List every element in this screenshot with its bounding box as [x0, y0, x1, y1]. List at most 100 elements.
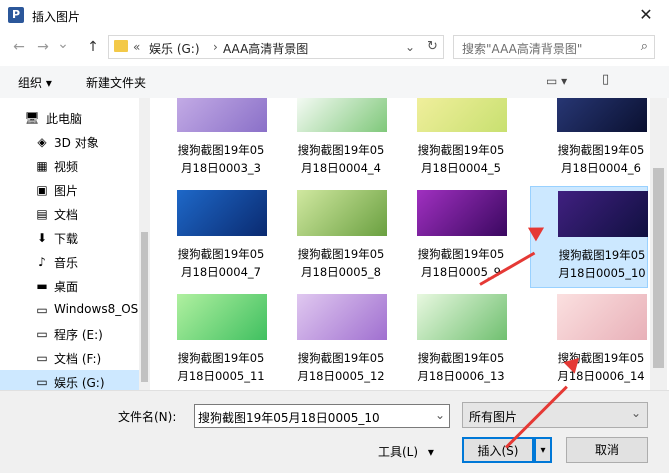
filename-dropdown-icon[interactable]: ⌄ [435, 408, 445, 422]
sidebar-item-icon: ▭ [36, 327, 48, 341]
file-list-scrollbar-thumb[interactable] [653, 168, 664, 368]
folder-icon [114, 40, 128, 52]
file-name-line: 月18日0005_11 [177, 369, 265, 383]
back-icon[interactable]: ← [8, 36, 30, 58]
file-tile[interactable]: 搜狗截图19年05 月18日0005_11 [150, 290, 268, 390]
sidebar-item[interactable]: ▤ 文档 [0, 202, 140, 226]
cancel-button[interactable]: 取消 [566, 437, 648, 463]
sidebar-item[interactable]: ⬇ 下载 [0, 226, 140, 250]
file-tile[interactable]: 搜狗截图19年05 月18日0005_9 [390, 186, 508, 288]
file-type-filter[interactable]: 所有图片 ⌄ [462, 402, 648, 428]
tools-menu[interactable]: 工具(L) ▾ [378, 440, 454, 464]
image-thumbnail [557, 294, 647, 340]
sidebar-item-icon: 🖥 [24, 111, 40, 125]
sidebar-item[interactable]: ◈ 3D 对象 [0, 130, 140, 154]
sidebar-item-label: 娱乐 (G:) [54, 376, 105, 390]
file-tile[interactable]: 搜狗截图19年05 月18日0006_13 [390, 290, 508, 390]
sidebar-item[interactable]: ▭ 文档 (F:) [0, 346, 140, 370]
sidebar-item-label: 3D 对象 [54, 136, 99, 150]
recent-locations-icon[interactable]: ⌄ [56, 33, 70, 55]
file-tile[interactable]: 搜狗截图19年05 月18日0005_12 [270, 290, 388, 390]
file-tile[interactable]: 搜狗截图19年05 月18日0003_3 [150, 98, 268, 184]
sidebar-item-icon: ▤ [36, 207, 48, 221]
powerpoint-app-icon: P [8, 7, 24, 23]
file-tile[interactable]: 搜狗截图19年05 月18日0004_5 [390, 98, 508, 184]
file-name-line: 月18日0005_10 [558, 266, 646, 280]
command-toolbar: 组织 ▾ 新建文件夹 ▭ ▾ ▯ ? [0, 66, 669, 157]
sidebar-item[interactable]: ♪ 音乐 [0, 250, 140, 274]
file-name-line: 月18日0006_14 [557, 369, 645, 383]
search-box[interactable]: 搜索"AAA高清背景图" ⌕ [453, 35, 655, 59]
sidebar-item[interactable]: ▬ 桌面 [0, 274, 140, 298]
insert-options-button[interactable]: ▾ [534, 437, 552, 463]
address-dropdown-icon[interactable]: ⌄ [405, 40, 415, 54]
file-tile[interactable]: 搜狗截图19年05 月18日0004_4 [270, 98, 388, 184]
file-name-line: 月18日0004_4 [301, 161, 381, 175]
file-tile[interactable]: 搜狗截图19年05 月18日0004_6 [530, 98, 648, 184]
image-thumbnail [297, 190, 387, 236]
sidebar-scrollbar-thumb[interactable] [141, 232, 148, 382]
sidebar-item-icon: ▣ [36, 183, 48, 197]
breadcrumb-separator[interactable]: › [213, 40, 218, 54]
image-thumbnail [417, 98, 507, 132]
sidebar-item[interactable]: ▣ 图片 [0, 178, 140, 202]
file-name-line: 搜狗截图19年05 [557, 143, 645, 157]
forward-icon[interactable]: → [32, 36, 54, 58]
sidebar-item[interactable]: ▭ Windows8_OS [0, 298, 140, 322]
file-name-line: 搜狗截图19年05 [297, 351, 385, 365]
organize-menu[interactable]: 组织 ▾ [18, 74, 52, 91]
filename-value[interactable]: 搜狗截图19年05月18日0005_10 [198, 409, 380, 426]
refresh-icon[interactable]: ↻ [427, 39, 438, 54]
sidebar-item[interactable]: ▭ 程序 (E:) [0, 322, 140, 346]
sidebar-item-icon: ⬇ [36, 231, 48, 245]
sidebar-item-label: 音乐 [54, 256, 79, 270]
file-name-line: 搜狗截图19年05 [297, 143, 385, 157]
file-name-line: 月18日0005_8 [301, 265, 381, 279]
close-button[interactable]: ✕ [623, 0, 669, 31]
image-thumbnail [417, 294, 507, 340]
filter-value: 所有图片 [469, 410, 518, 424]
file-name-line: 搜狗截图19年05 [557, 351, 645, 365]
sidebar-item[interactable]: ▦ 视频 [0, 154, 140, 178]
image-thumbnail [558, 191, 648, 237]
sidebar-item[interactable]: 🖥 此电脑 [0, 106, 140, 130]
sidebar-item-label: 图片 [54, 184, 79, 198]
filter-dropdown-icon[interactable]: ⌄ [631, 406, 641, 420]
insert-button[interactable]: 插入(S) [462, 437, 534, 463]
file-tile[interactable]: 搜狗截图19年05 月18日0004_7 [150, 186, 268, 288]
file-name-line: 搜狗截图19年05 [177, 143, 265, 157]
sidebar-item-label: 桌面 [54, 280, 79, 294]
file-name-line: 搜狗截图19年05 [558, 248, 646, 262]
navigation-pane: 🖥 此电脑 ◈ 3D 对象 ▦ 视频 ▣ 图片 ▤ 文档 ⬇ 下载 ♪ 音乐 ▬ 桌面 ▭ Windows8_OS… [0, 98, 150, 394]
image-thumbnail [557, 98, 647, 132]
sidebar-item-label: 文档 [54, 208, 79, 222]
tools-caret-icon: ▾ [427, 445, 434, 459]
search-input[interactable]: 搜索"AAA高清背景图" [462, 40, 582, 57]
file-name-line: 月18日0006_13 [417, 369, 505, 383]
sidebar-item-label: 文档 (F:) [54, 352, 102, 366]
sidebar-item-icon: ▬ [36, 279, 48, 293]
file-tile[interactable]: 搜狗截图19年05 月18日0005_8 [270, 186, 388, 288]
sidebar-item-label: 此电脑 [46, 112, 83, 126]
sidebar-item-icon: ▦ [36, 159, 48, 173]
window-title: 插入图片 [32, 10, 81, 24]
file-tile[interactable]: 搜狗截图19年05 月18日0006_14 [530, 290, 648, 390]
sidebar-item-icon: ▭ [36, 375, 48, 389]
file-name-line: 月18日0004_5 [421, 161, 501, 175]
breadcrumb-overflow[interactable]: « [133, 40, 140, 54]
filename-field[interactable]: 搜狗截图19年05月18日0005_10 ⌄ [194, 404, 450, 428]
search-icon[interactable]: ⌕ [641, 39, 648, 54]
new-folder-button[interactable]: 新建文件夹 [86, 74, 146, 91]
tools-label: 工具(L) [378, 445, 419, 459]
file-tile[interactable]: 搜狗截图19年05 月18日0005_10 [530, 186, 648, 288]
breadcrumb-item[interactable]: 娱乐 (G:) [149, 40, 200, 57]
file-name-line: 月18日0004_7 [181, 265, 261, 279]
file-list: 搜狗截图19年05 月18日0003_3 搜狗截图19年05 月18日0004_4 搜狗… [150, 98, 650, 390]
sidebar-item-label: 下载 [54, 232, 79, 246]
address-bar[interactable]: « 娱乐 (G:) › AAA高清背景图 ⌄ ↻ [108, 35, 444, 59]
up-folder-icon[interactable]: ↑ [82, 36, 104, 58]
file-name-line: 搜狗截图19年05 [297, 247, 385, 261]
preview-pane-icon[interactable]: ▯ [602, 72, 609, 87]
change-view-icon[interactable]: ▭ ▾ [546, 74, 567, 88]
breadcrumb-item[interactable]: AAA高清背景图 [223, 40, 308, 57]
